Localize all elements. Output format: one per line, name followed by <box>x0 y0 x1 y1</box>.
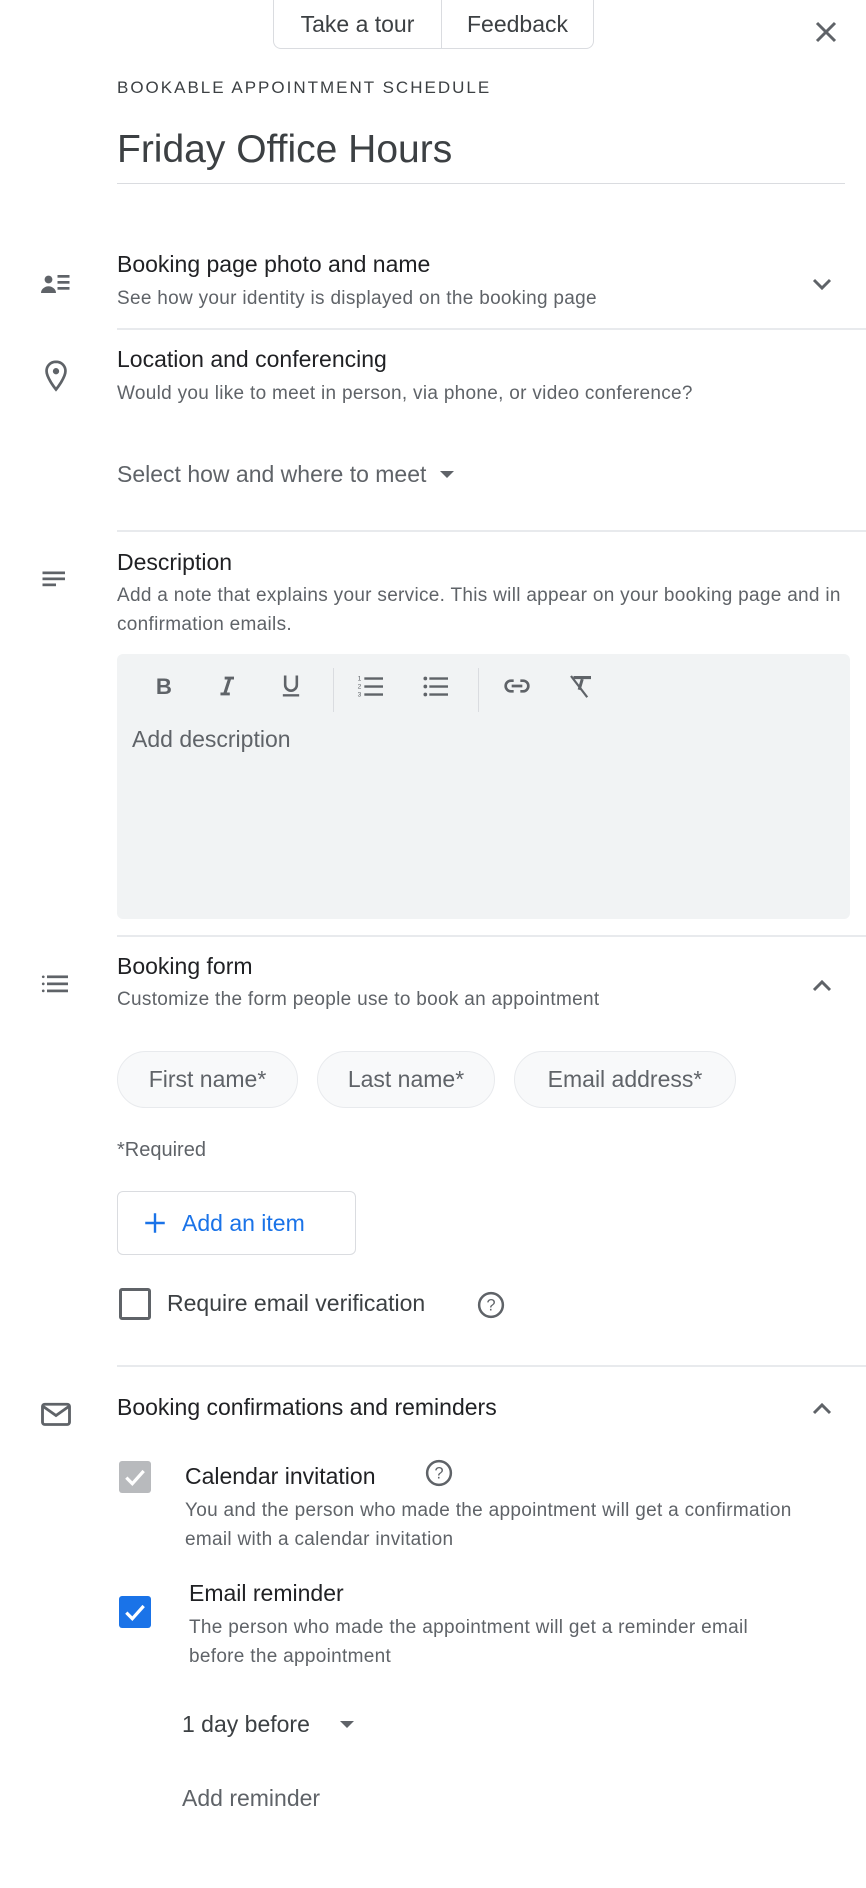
reminder-timing-select[interactable]: 1 day before <box>182 1711 354 1738</box>
add-item-button[interactable]: Add an item <box>117 1191 356 1255</box>
bulleted-list-button[interactable] <box>418 668 454 704</box>
booking-page-section-title[interactable]: Booking page photo and name <box>117 251 430 278</box>
bold-icon: B <box>156 674 172 699</box>
email-verification-help-button[interactable]: ? <box>476 1290 506 1320</box>
numbered-list-button[interactable]: 123 <box>353 668 389 704</box>
chevron-up-icon <box>812 979 832 992</box>
calendar-invitation-checkbox <box>119 1461 151 1493</box>
feedback-button[interactable]: Feedback <box>442 0 593 48</box>
location-section-title: Location and conferencing <box>117 346 387 372</box>
add-reminder-button[interactable]: Add reminder <box>182 1785 320 1812</box>
checkmark-icon <box>125 1469 145 1486</box>
section-divider <box>117 530 866 532</box>
dropdown-arrow-icon <box>440 471 455 478</box>
notes-icon <box>38 561 74 597</box>
form-field-chip: Email address* <box>514 1051 736 1108</box>
calendar-invitation-description: You and the person who made the appointm… <box>185 1500 792 1550</box>
add-item-label: Add an item <box>182 1209 305 1236</box>
chevron-down-icon <box>812 278 832 291</box>
mail-icon <box>38 1396 74 1432</box>
numbered-list-icon: 123 <box>358 676 383 699</box>
top-action-bar: Take a tour Feedback <box>273 0 594 49</box>
require-email-verification-label: Require email verification <box>167 1290 426 1316</box>
meeting-location-select[interactable]: Select how and where to meet <box>117 461 455 488</box>
svg-text:1: 1 <box>358 676 362 683</box>
section-divider <box>117 935 866 937</box>
calendar-invitation-help-button[interactable]: ? <box>424 1458 454 1488</box>
bulleted-list-icon <box>423 676 448 697</box>
link-icon <box>504 679 530 693</box>
close-button[interactable] <box>808 14 844 50</box>
help-icon: ? <box>425 1459 453 1487</box>
collapse-booking-form-button[interactable] <box>806 970 838 1002</box>
svg-text:?: ? <box>486 1297 495 1315</box>
close-icon <box>815 21 837 43</box>
bold-button[interactable]: B <box>146 668 182 704</box>
underline-button[interactable] <box>273 668 309 704</box>
booking-form-section-subtitle: Customize the form people use to book an… <box>117 989 600 1010</box>
location-section-subtitle: Would you like to meet in person, via ph… <box>117 383 693 404</box>
title-underline <box>117 183 845 184</box>
clear-formatting-button[interactable] <box>563 668 599 704</box>
svg-text:2: 2 <box>358 684 362 691</box>
italic-icon <box>220 676 234 696</box>
booking-page-section-subtitle: See how your identity is displayed on th… <box>117 288 597 309</box>
toolbar-separator <box>478 668 479 712</box>
italic-button[interactable] <box>209 668 245 704</box>
help-icon: ? <box>477 1291 505 1319</box>
collapse-confirmations-button[interactable] <box>806 1393 838 1425</box>
form-field-chip: Last name* <box>317 1051 495 1108</box>
schedule-title-input[interactable]: Friday Office Hours <box>117 128 452 172</box>
description-placeholder: Add description <box>132 726 291 752</box>
plus-icon <box>145 1213 165 1233</box>
description-section-title: Description <box>117 549 233 575</box>
section-divider <box>117 1365 866 1367</box>
svg-text:B: B <box>156 674 172 699</box>
booking-form-section-title[interactable]: Booking form <box>117 953 253 980</box>
required-note: *Required <box>117 1139 206 1161</box>
email-reminder-description: The person who made the appointment will… <box>189 1617 749 1667</box>
form-field-chip: First name* <box>117 1051 298 1108</box>
confirmations-section-title[interactable]: Booking confirmations and reminders <box>117 1394 497 1421</box>
clear-formatting-icon <box>570 675 591 698</box>
list-icon <box>38 966 74 1002</box>
section-divider <box>117 328 866 330</box>
description-editor[interactable]: B 123 Add description <box>117 654 850 919</box>
dropdown-arrow-icon <box>339 1721 354 1728</box>
checkmark-icon <box>125 1604 145 1621</box>
svg-text:?: ? <box>434 1465 443 1483</box>
toolbar-separator <box>333 668 334 712</box>
schedule-type-label: BOOKABLE APPOINTMENT SCHEDULE <box>117 78 492 97</box>
location-pin-icon <box>38 358 74 394</box>
require-email-verification-checkbox[interactable] <box>119 1288 151 1320</box>
email-reminder-title: Email reminder <box>189 1580 344 1606</box>
meeting-location-select-label: Select how and where to meet <box>117 461 427 487</box>
chevron-up-icon <box>812 1402 832 1415</box>
description-section-subtitle: Add a note that explains your service. T… <box>117 585 841 635</box>
email-reminder-checkbox[interactable] <box>119 1596 151 1628</box>
person-list-icon <box>38 266 74 302</box>
expand-booking-page-button[interactable] <box>806 268 838 300</box>
svg-text:3: 3 <box>358 692 362 699</box>
underline-icon <box>282 675 300 697</box>
insert-link-button[interactable] <box>499 668 535 704</box>
calendar-invitation-title: Calendar invitation <box>185 1463 376 1489</box>
reminder-timing-value: 1 day before <box>182 1711 310 1737</box>
take-a-tour-button[interactable]: Take a tour <box>274 0 442 48</box>
